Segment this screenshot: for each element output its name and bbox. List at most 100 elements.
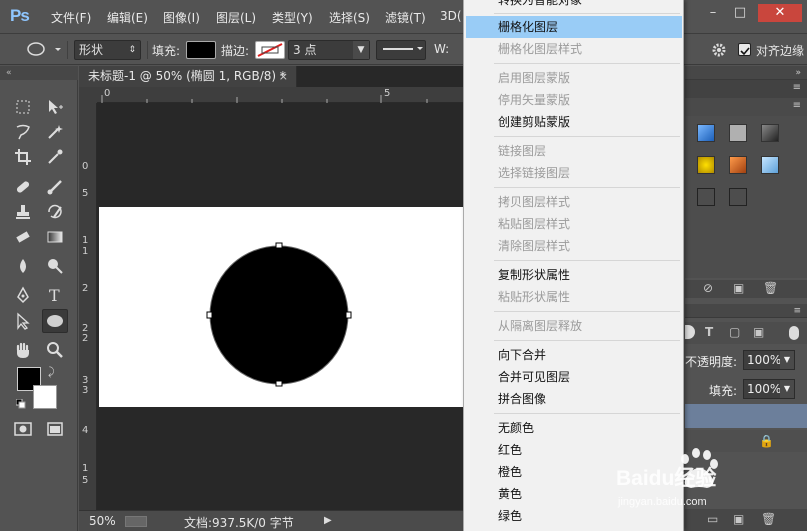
crop-tool-icon[interactable] xyxy=(12,146,34,168)
opacity-field[interactable]: 100% ▼ xyxy=(743,350,795,370)
fill-opacity-label: 填充: xyxy=(709,384,738,398)
document-tab[interactable]: 未标题-1 @ 50% (椭圆 1, RGB/8) * × xyxy=(79,66,297,87)
ctx-paste-shape-attributes[interactable]: 粘贴形状属性 xyxy=(466,286,682,308)
default-colors-icon[interactable] xyxy=(15,398,26,409)
stroke-type-select[interactable] xyxy=(376,40,426,60)
move-tool-icon[interactable] xyxy=(44,96,66,118)
type-tool-icon[interactable]: T xyxy=(44,284,66,306)
ctx-color-none[interactable]: 无颜色 xyxy=(466,417,682,439)
menu-type[interactable]: 类型(Y) xyxy=(272,9,313,26)
style-swatch[interactable] xyxy=(697,156,715,174)
select-arrows-icon: ⇕ xyxy=(128,45,136,55)
pen-tool-icon[interactable] xyxy=(12,284,34,306)
panel-menu-icon[interactable]: ≡ xyxy=(793,100,801,111)
tool-preset-picker[interactable] xyxy=(24,38,64,60)
swap-colors-icon[interactable]: ⤸ xyxy=(48,365,55,379)
blur-tool-icon[interactable] xyxy=(12,255,34,277)
style-swatch[interactable] xyxy=(697,124,715,142)
screen-mode-icon[interactable] xyxy=(44,418,66,440)
style-swatch[interactable] xyxy=(729,124,747,142)
stroke-line-icon xyxy=(383,47,423,50)
panel-collapse-strip[interactable]: » xyxy=(685,66,807,80)
close-window-button[interactable]: ✕ xyxy=(758,4,802,22)
path-selection-icon[interactable] xyxy=(12,310,34,332)
history-brush-icon[interactable] xyxy=(44,201,66,223)
ctx-link-layers[interactable]: 链接图层 xyxy=(466,140,682,162)
menu-separator xyxy=(494,63,680,64)
lasso-tool-icon[interactable] xyxy=(12,121,34,143)
status-preview-icon[interactable] xyxy=(125,516,147,527)
panel-menu-icon[interactable]: ≡ xyxy=(793,82,801,93)
zoom-tool-icon[interactable] xyxy=(44,339,66,361)
filter-shape-icon[interactable]: ▢ xyxy=(729,325,740,339)
background-color-swatch[interactable] xyxy=(33,385,57,409)
ctx-enable-layer-mask[interactable]: 启用图层蒙版 xyxy=(466,67,682,89)
image-canvas[interactable] xyxy=(99,207,464,407)
eyedropper-icon[interactable] xyxy=(44,146,66,168)
width-label: W: xyxy=(434,42,450,56)
ctx-clear-layer-style[interactable]: 清除图层样式 xyxy=(466,235,682,257)
style-swatch[interactable] xyxy=(761,124,779,142)
zoom-level[interactable]: 50% xyxy=(89,514,116,528)
styles-panel-footer: ⊘ ▣ 🗑 xyxy=(685,280,807,298)
menu-layer[interactable]: 图层(L) xyxy=(216,9,256,26)
ctx-copy-shape-attributes[interactable]: 复制形状属性 xyxy=(466,264,682,286)
ctx-release-from-isolation[interactable]: 从隔离图层释放 xyxy=(466,315,682,337)
menu-select[interactable]: 选择(S) xyxy=(329,9,370,26)
ruler-label: 2 xyxy=(82,333,89,344)
ctx-copy-layer-style[interactable]: 拷贝图层样式 xyxy=(466,191,682,213)
ctx-disable-vector-mask[interactable]: 停用矢量蒙版 xyxy=(466,89,682,111)
healing-brush-icon[interactable] xyxy=(12,176,34,198)
clear-style-icon[interactable]: ⊘ xyxy=(703,281,713,295)
minimize-button[interactable]: – xyxy=(700,4,726,22)
quick-mask-icon[interactable] xyxy=(12,418,34,440)
menu-file[interactable]: 文件(F) xyxy=(51,9,91,26)
hand-tool-icon[interactable] xyxy=(12,339,34,361)
eraser-icon[interactable] xyxy=(12,226,34,248)
filter-type-icon[interactable]: T xyxy=(705,325,713,339)
tool-mode-select[interactable]: 形状 ⇕ xyxy=(74,40,141,60)
menu-filter[interactable]: 滤镜(T) xyxy=(385,9,426,26)
ellipse-tool-icon[interactable] xyxy=(42,309,68,333)
align-edges-checkbox[interactable] xyxy=(738,43,751,56)
fill-opacity-field[interactable]: 100% ▼ xyxy=(743,379,795,399)
trash-icon[interactable]: 🗑 xyxy=(763,281,778,295)
ellipse-preset-icon xyxy=(27,42,61,56)
gradient-tool-icon[interactable] xyxy=(44,226,66,248)
menu-3d[interactable]: 3D( xyxy=(440,9,462,23)
layer-row-selected[interactable] xyxy=(685,404,807,428)
ctx-create-clipping-mask[interactable]: 创建剪贴蒙版 xyxy=(466,111,682,133)
ctx-convert-smart-object[interactable]: 转换为智能对象 xyxy=(466,0,682,11)
style-swatch[interactable] xyxy=(761,156,779,174)
style-swatch[interactable] xyxy=(729,156,747,174)
ctx-rasterize-layer-style[interactable]: 栅格化图层样式 xyxy=(466,38,682,60)
style-swatch[interactable] xyxy=(697,188,715,206)
menu-edit[interactable]: 编辑(E) xyxy=(107,9,148,26)
clone-stamp-icon[interactable] xyxy=(12,201,34,223)
marquee-tool-icon[interactable] xyxy=(12,96,34,118)
filter-pixel-icon[interactable] xyxy=(685,325,695,339)
ctx-merge-visible[interactable]: 合并可见图层 xyxy=(466,366,682,388)
layers-collapse-strip[interactable]: ≡ xyxy=(685,304,807,318)
brush-tool-icon[interactable] xyxy=(44,176,66,198)
style-swatch[interactable] xyxy=(729,188,747,206)
menu-image[interactable]: 图像(I) xyxy=(163,9,200,26)
restore-button[interactable]: □ xyxy=(727,4,753,22)
dodge-tool-icon[interactable] xyxy=(44,255,66,277)
ctx-select-linked-layers[interactable]: 选择链接图层 xyxy=(466,162,682,184)
ctx-flatten-image[interactable]: 拼合图像 xyxy=(466,388,682,410)
toolbar-collapse-strip[interactable]: « xyxy=(0,66,78,80)
new-style-icon[interactable]: ▣ xyxy=(733,281,744,295)
ctx-paste-layer-style[interactable]: 粘贴图层样式 xyxy=(466,213,682,235)
filter-smart-icon[interactable]: ▣ xyxy=(753,325,764,339)
ctx-merge-down[interactable]: 向下合并 xyxy=(466,344,682,366)
ctx-rasterize-layer[interactable]: 栅格化图层 xyxy=(466,16,682,38)
magic-wand-icon[interactable] xyxy=(44,121,66,143)
gear-icon[interactable] xyxy=(708,39,730,61)
fill-swatch[interactable] xyxy=(186,41,216,59)
filter-toggle[interactable] xyxy=(789,326,799,340)
status-menu-arrow-icon[interactable]: ▶ xyxy=(324,515,332,526)
close-icon[interactable]: × xyxy=(279,66,288,87)
stroke-size-field[interactable]: 3 点 ▼ xyxy=(288,40,370,60)
stroke-swatch[interactable] xyxy=(255,41,285,59)
